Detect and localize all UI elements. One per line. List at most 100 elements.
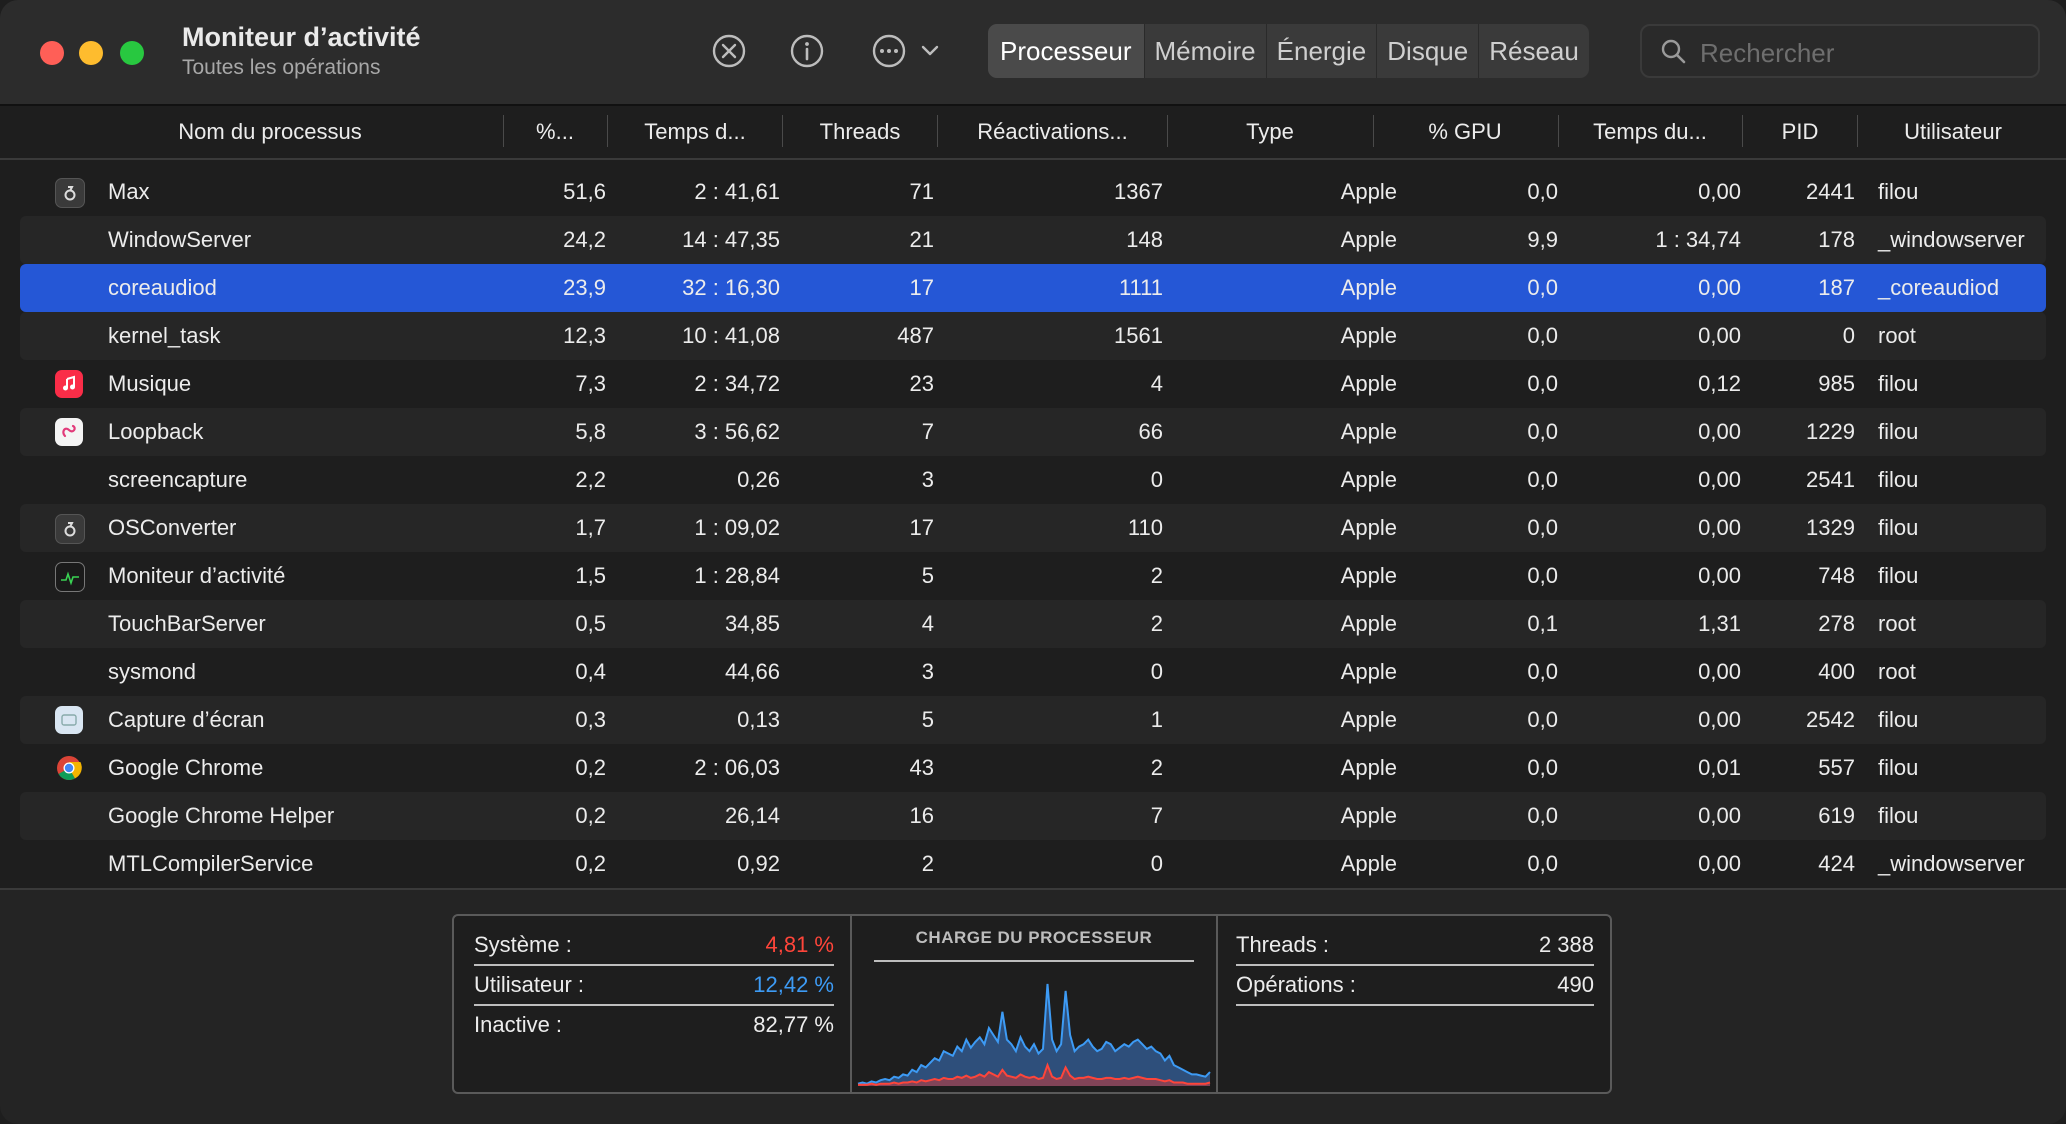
cell-gpu: 0,0 bbox=[1527, 419, 1558, 444]
process-row[interactable]: Google Chrome 0,2 2 : 06,03 43 2 Apple 0,0 0,01… bbox=[20, 744, 2046, 792]
cell-pid: 2542 bbox=[1806, 707, 1855, 732]
process-row[interactable]: Max 51,6 2 : 41,61 71 1367 Apple 0,0 0,00 2441 fi… bbox=[20, 168, 2046, 216]
process-row[interactable]: WindowServer 24,2 14 : 47,35 21 148 Apple 9,9 1… bbox=[20, 216, 2046, 264]
cell-cpu: 1,5 bbox=[575, 563, 606, 588]
cpu-load-title: CHARGE DU PROCESSEUR bbox=[915, 928, 1153, 947]
cpu-summary-panel: Système : 4,81 % Utilisateur : 12,42 % I… bbox=[452, 914, 1612, 1094]
column-header-wakeups[interactable]: Réactivations... bbox=[940, 106, 1165, 158]
more-actions-icon[interactable] bbox=[870, 32, 908, 70]
cell-gputime: 0,00 bbox=[1698, 515, 1741, 540]
cell-gpu: 9,9 bbox=[1527, 227, 1558, 252]
cell-pid: 424 bbox=[1818, 851, 1855, 876]
cell-threads: 2 bbox=[921, 851, 934, 876]
process-row[interactable]: screencapture 2,2 0,26 3 0 Apple 0,0 0,00 2541 fi… bbox=[20, 456, 2046, 504]
system-stat: Système : 4,81 % bbox=[474, 926, 834, 966]
column-divider[interactable] bbox=[1558, 115, 1559, 147]
tab-energie[interactable]: Énergie bbox=[1265, 24, 1377, 78]
process-row[interactable]: Loopback 5,8 3 : 56,62 7 66 Apple 0,0 0,00 1229 f… bbox=[20, 408, 2046, 456]
cell-type: Apple bbox=[1340, 323, 1397, 348]
cell-cpu: 1,7 bbox=[575, 515, 606, 540]
zoom-window-button[interactable] bbox=[120, 41, 144, 65]
minimize-window-button[interactable] bbox=[79, 41, 103, 65]
max-app-icon bbox=[55, 178, 85, 208]
info-icon[interactable] bbox=[788, 32, 826, 70]
search-input[interactable] bbox=[1698, 34, 2022, 72]
cell-gputime: 0,00 bbox=[1698, 659, 1741, 684]
cell-gpu: 0,0 bbox=[1527, 467, 1558, 492]
cpu-load-chart bbox=[857, 983, 1211, 1086]
tab-memoire[interactable]: Mémoire bbox=[1143, 24, 1266, 78]
cell-gputime: 0,00 bbox=[1698, 803, 1741, 828]
cell-user: filou bbox=[1878, 707, 1919, 732]
column-header-cpu[interactable]: %... bbox=[505, 106, 605, 158]
cell-gpu: 0,0 bbox=[1527, 659, 1558, 684]
column-divider[interactable] bbox=[1167, 115, 1168, 147]
column-header-threads[interactable]: Threads bbox=[785, 106, 935, 158]
column-header-gpu[interactable]: % GPU bbox=[1375, 106, 1555, 158]
column-header-type[interactable]: Type bbox=[1170, 106, 1370, 158]
cell-time: 32 : 16,30 bbox=[682, 275, 780, 300]
column-header-pid[interactable]: PID bbox=[1745, 106, 1855, 158]
process-row[interactable]: MTLCompilerService 0,2 0,92 2 0 Apple 0,0 0,00 4… bbox=[20, 840, 2046, 888]
window-title: Moniteur d’activité bbox=[182, 22, 421, 52]
cell-user: filou bbox=[1878, 419, 1919, 444]
cell-time: 14 : 47,35 bbox=[682, 227, 780, 252]
idle-label: Inactive : bbox=[474, 1012, 563, 1037]
cell-cpu: 2,2 bbox=[575, 467, 606, 492]
cell-gpu: 0,0 bbox=[1527, 371, 1558, 396]
process-row[interactable]: Capture d’écran 0,3 0,13 5 1 Apple 0,0 0,00 2542… bbox=[20, 696, 2046, 744]
cell-cpu: 0,5 bbox=[575, 611, 606, 636]
thread-stats: Threads : 2 388 Opérations : 490 bbox=[1218, 916, 1610, 1092]
cell-gputime: 0,12 bbox=[1698, 371, 1741, 396]
chevron-down-icon[interactable] bbox=[910, 32, 950, 70]
column-divider[interactable] bbox=[607, 115, 608, 147]
tab-reseau[interactable]: Réseau bbox=[1478, 24, 1589, 78]
column-header-gputime[interactable]: Temps du... bbox=[1560, 106, 1740, 158]
cell-pid: 619 bbox=[1818, 803, 1855, 828]
cell-wakeups: 1111 bbox=[1118, 275, 1163, 300]
tab-disque[interactable]: Disque bbox=[1376, 24, 1478, 78]
cell-gpu: 0,0 bbox=[1527, 707, 1558, 732]
process-row[interactable]: sysmond 0,4 44,66 3 0 Apple 0,0 0,00 400 root bbox=[20, 648, 2046, 696]
process-row[interactable]: kernel_task 12,3 10 : 41,08 487 1561 Apple 0,0… bbox=[20, 312, 2046, 360]
cell-time: 0,26 bbox=[737, 467, 780, 492]
column-header-name[interactable]: Nom du processus bbox=[20, 106, 520, 158]
cell-user: filou bbox=[1878, 179, 1919, 204]
process-row[interactable]: TouchBarServer 0,5 34,85 4 2 Apple 0,1 1,31 278 r… bbox=[20, 600, 2046, 648]
cell-wakeups: 2 bbox=[1150, 755, 1163, 780]
stop-process-icon[interactable] bbox=[710, 32, 748, 70]
user-stat: Utilisateur : 12,42 % bbox=[474, 966, 834, 1006]
process-row[interactable]: Musique 7,3 2 : 34,72 23 4 Apple 0,0 0,12 985 fil… bbox=[20, 360, 2046, 408]
cell-pid: 748 bbox=[1818, 563, 1855, 588]
search-field[interactable] bbox=[1640, 24, 2040, 78]
column-divider[interactable] bbox=[503, 115, 504, 147]
cell-gpu: 0,0 bbox=[1527, 179, 1558, 204]
column-divider[interactable] bbox=[1857, 115, 1858, 147]
column-divider[interactable] bbox=[1373, 115, 1374, 147]
process-row[interactable]: coreaudiod 23,9 32 : 16,30 17 1111 Apple 0,0 0,… bbox=[20, 264, 2046, 312]
cell-gpu: 0,0 bbox=[1527, 851, 1558, 876]
cell-cpu: 0,2 bbox=[575, 803, 606, 828]
column-divider[interactable] bbox=[1742, 115, 1743, 147]
cell-gputime: 0,00 bbox=[1698, 179, 1741, 204]
cell-pid: 2541 bbox=[1806, 467, 1855, 492]
column-header-time[interactable]: Temps d... bbox=[610, 106, 780, 158]
idle-value: 82,77 % bbox=[753, 1012, 834, 1037]
cell-wakeups: 0 bbox=[1150, 851, 1163, 876]
cell-cpu: 51,6 bbox=[563, 179, 606, 204]
osconverter-app-icon bbox=[55, 514, 85, 544]
cell-gputime: 0,00 bbox=[1698, 323, 1741, 348]
close-window-button[interactable] bbox=[40, 41, 64, 65]
cell-user: filou bbox=[1878, 803, 1919, 828]
column-divider[interactable] bbox=[782, 115, 783, 147]
process-row[interactable]: Moniteur d’activité 1,5 1 : 28,84 5 2 Apple 0,… bbox=[20, 552, 2046, 600]
process-row[interactable]: Google Chrome Helper 0,2 26,14 16 7 Apple 0,0 0… bbox=[20, 792, 2046, 840]
tab-processeur[interactable]: Processeur bbox=[988, 24, 1144, 78]
column-header-user[interactable]: Utilisateur bbox=[1860, 106, 2046, 158]
threads-label: Threads : bbox=[1236, 932, 1329, 957]
column-divider[interactable] bbox=[937, 115, 938, 147]
cell-type: Apple bbox=[1340, 707, 1397, 732]
cell-user: filou bbox=[1878, 563, 1919, 588]
cell-cpu: 0,3 bbox=[575, 707, 606, 732]
process-row[interactable]: OSConverter 1,7 1 : 09,02 17 110 Apple 0,0 0,00… bbox=[20, 504, 2046, 552]
